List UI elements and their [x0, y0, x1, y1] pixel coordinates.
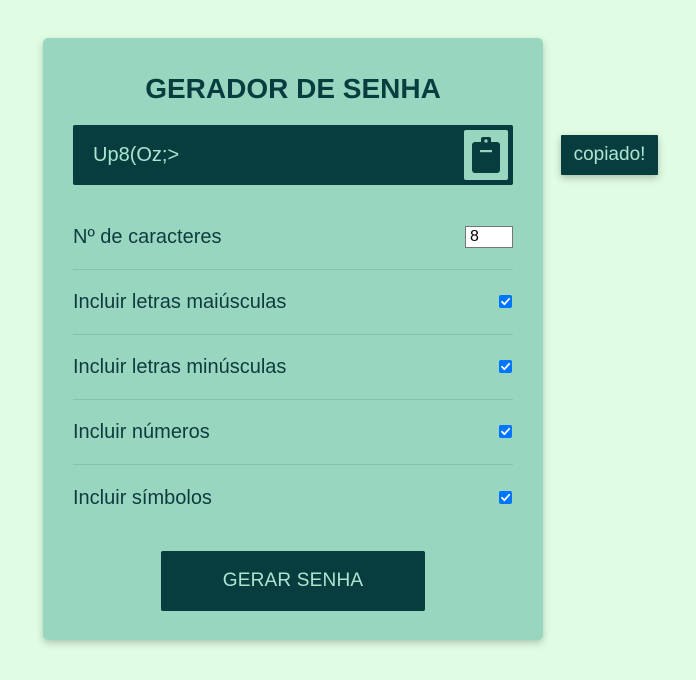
lowercase-label: Incluir letras minúsculas [73, 356, 287, 378]
symbols-row: Incluir símbolos [73, 466, 513, 530]
password-result-box: Up8(Oz;> [73, 125, 513, 185]
numbers-label: Incluir números [73, 421, 210, 443]
numbers-checkbox[interactable] [499, 425, 512, 438]
password-result-text: Up8(Oz;> [93, 144, 180, 166]
uppercase-row: Incluir letras maiúsculas [73, 270, 513, 335]
uppercase-label: Incluir letras maiúsculas [73, 291, 287, 313]
lowercase-row: Incluir letras minúsculas [73, 335, 513, 400]
generate-password-button[interactable]: GERAR SENHA [161, 551, 425, 611]
copy-to-clipboard-button[interactable] [464, 130, 508, 180]
symbols-label: Incluir símbolos [73, 487, 212, 509]
numbers-row: Incluir números [73, 400, 513, 465]
password-generator-card: GERADOR DE SENHA Up8(Oz;> Nº de caracter… [43, 38, 543, 640]
symbols-checkbox[interactable] [499, 491, 512, 504]
checkmark-icon [501, 427, 511, 436]
copied-toast: copiado! [561, 135, 658, 175]
checkmark-icon [501, 362, 511, 371]
page-title: GERADOR DE SENHA [145, 73, 441, 104]
lowercase-checkbox[interactable] [499, 360, 512, 373]
length-row: Nº de caracteres [73, 205, 513, 270]
uppercase-checkbox[interactable] [499, 295, 512, 308]
checkmark-icon [501, 493, 511, 502]
length-label: Nº de caracteres [73, 226, 222, 248]
length-input[interactable] [465, 226, 513, 248]
checkmark-icon [501, 297, 511, 306]
clipboard-icon [472, 137, 500, 173]
